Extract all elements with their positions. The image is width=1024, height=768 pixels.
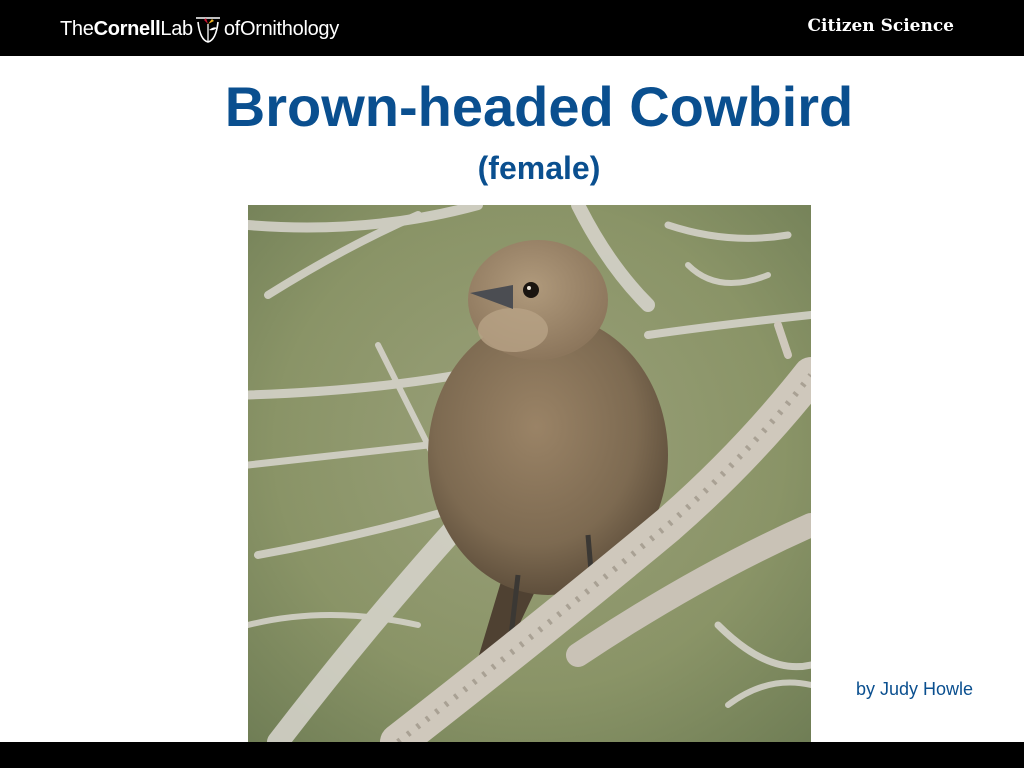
logo-text-of: of xyxy=(223,17,240,40)
logo-text-lab: Lab xyxy=(160,17,193,40)
logo-text-the: The xyxy=(60,17,94,40)
logo-text-ornithology: Ornithology xyxy=(239,17,339,40)
slide: The Cornell Lab of Ornithology Citizen S… xyxy=(0,0,1024,768)
program-label: Citizen Science xyxy=(807,16,954,36)
slide-title: Brown-headed Cowbird xyxy=(224,75,854,138)
logo-text-cornell: Cornell xyxy=(93,17,161,40)
bird-photo xyxy=(248,205,811,742)
cornell-bird-logo-icon xyxy=(194,14,222,44)
photo-credit: by Judy Howle xyxy=(856,679,974,699)
footer-bar xyxy=(0,742,1024,768)
header-bar: The Cornell Lab of Ornithology Citizen S… xyxy=(0,0,1024,56)
cornell-lab-logo[interactable]: The Cornell Lab of Ornithology xyxy=(60,12,339,46)
slide-subtitle: (female) xyxy=(477,150,601,186)
